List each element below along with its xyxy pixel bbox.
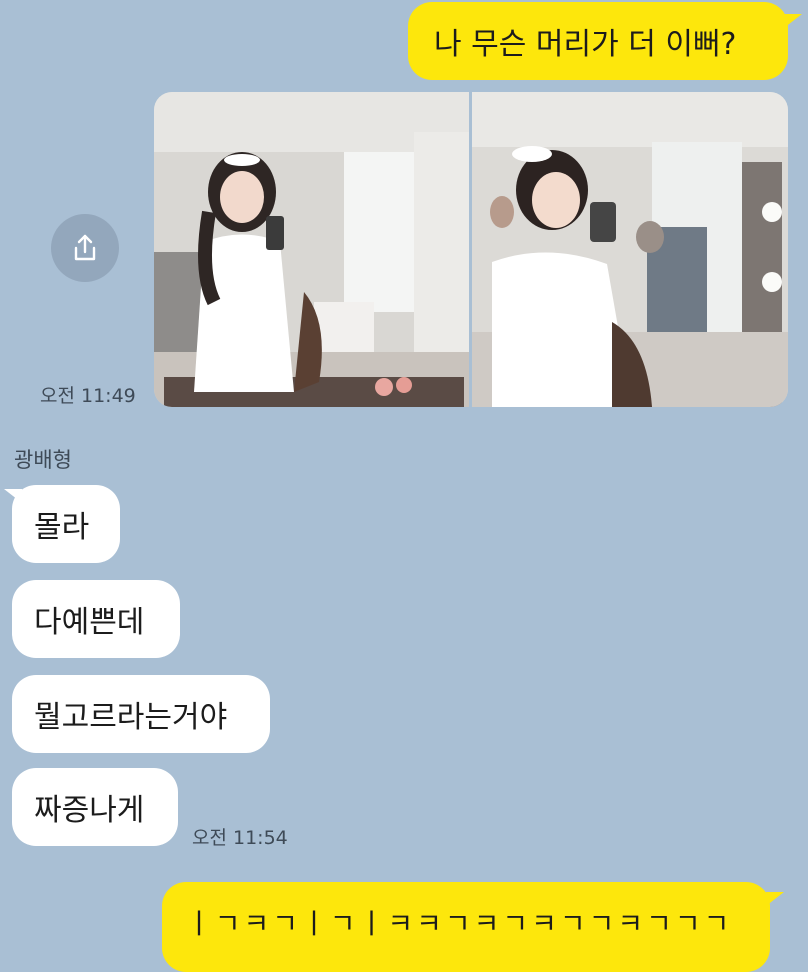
share-button[interactable] [51,214,119,282]
photo-timestamp: 오전 11:49 [40,385,136,407]
bubble-tail [784,14,802,28]
received-message-bubble[interactable]: 짜증나게 [12,768,178,846]
sent-message-text: 나 무슨 머리가 더 이뻐? [434,27,737,62]
received-message-text: 몰라 [34,510,90,545]
reply-timestamp: 오전 11:54 [192,827,288,849]
sent-message-bubble[interactable]: 나 무슨 머리가 더 이뻐? [408,2,788,80]
sent-message-text: ㅣㄱㅋㄱㅣㄱㅣㅋㅋㄱㅋㄱㅋㄱㄱㅋㄱㄱㄱ [186,907,733,940]
received-message-bubble[interactable]: 다예쁜데 [12,580,180,658]
received-message-text: 뭘고르라는거야 [34,700,228,735]
sent-message-bubble[interactable]: ㅣㄱㅋㄱㅣㄱㅣㅋㅋㄱㅋㄱㅋㄱㄱㅋㄱㄱㄱ [162,882,770,972]
received-message-text: 짜증나게 [34,793,145,828]
photo-image [472,92,788,407]
photo-attachment-1[interactable] [154,92,469,407]
photo-attachment-2[interactable] [472,92,788,407]
received-message-bubble[interactable]: 몰라 [12,485,120,563]
received-message-bubble[interactable]: 뭘고르라는거야 [12,675,270,753]
sender-name: 광배형 [14,448,72,472]
share-icon [74,234,96,261]
bubble-tail [766,892,784,906]
received-message-text: 다예쁜데 [34,605,145,640]
photo-image [154,92,469,407]
